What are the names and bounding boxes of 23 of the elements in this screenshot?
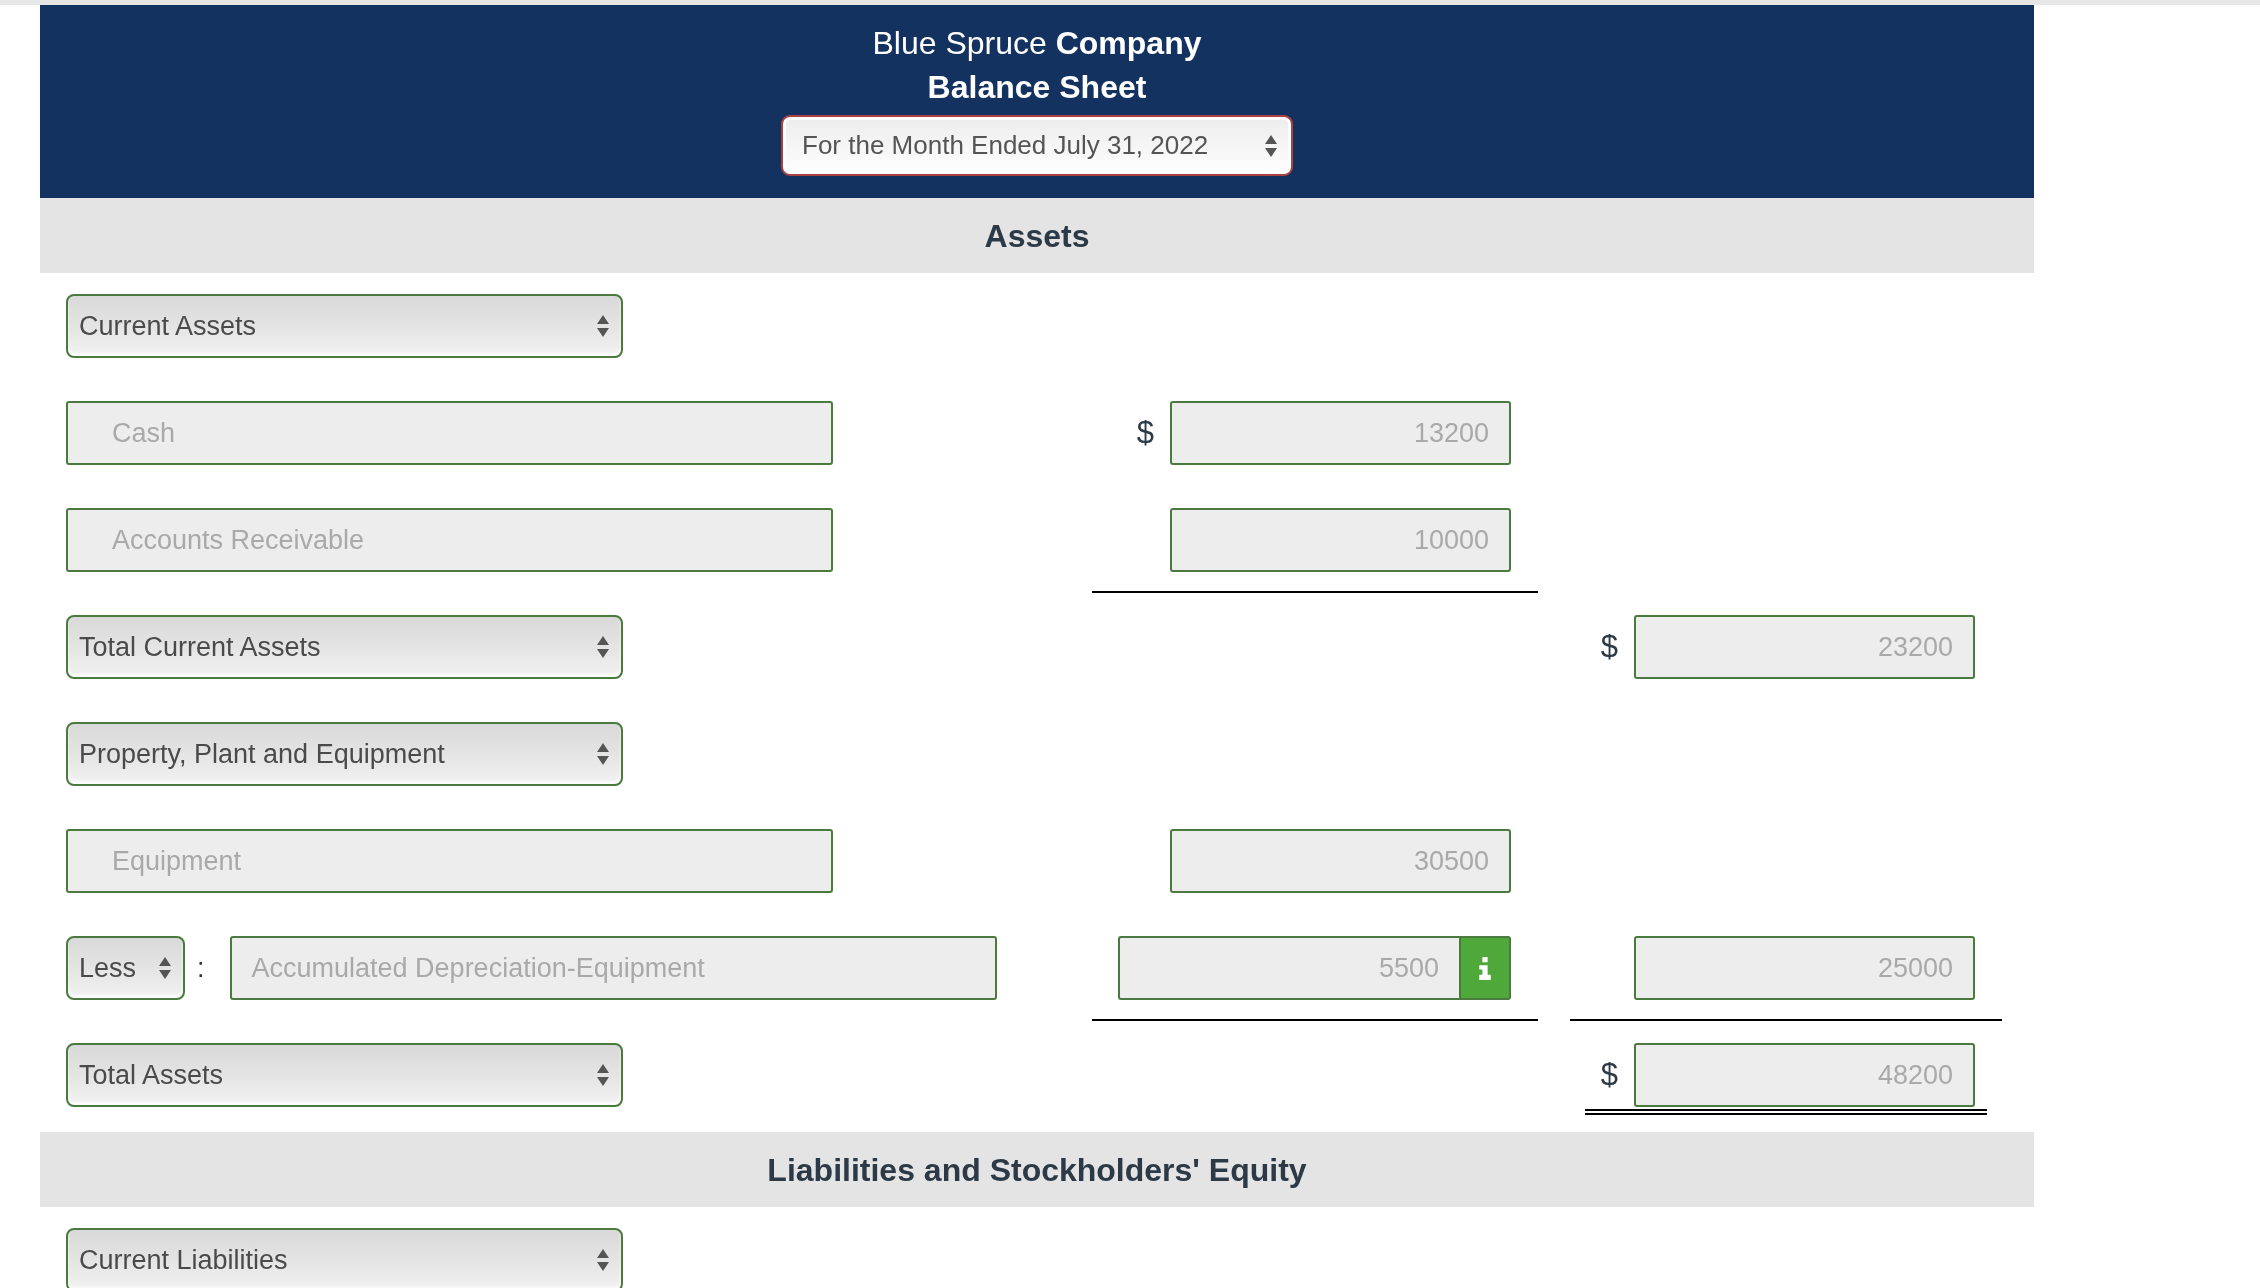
- dollar-sign: $: [1600, 1055, 1618, 1094]
- select-arrows-icon: [597, 1064, 609, 1086]
- dollar-sign: $: [1600, 627, 1618, 666]
- category-select[interactable]: Current Liabilities: [66, 1228, 623, 1288]
- section-heading: Assets: [40, 198, 2034, 273]
- info-icon: [1479, 956, 1491, 980]
- select-arrows-icon: [1265, 134, 1277, 157]
- select-arrows-icon: [597, 1249, 609, 1271]
- company-name: Blue Spruce Company: [872, 24, 1202, 63]
- period-dropdown[interactable]: For the Month Ended July 31, 2022: [781, 115, 1293, 176]
- category-select[interactable]: Property, Plant and Equipment: [66, 722, 623, 786]
- category-select[interactable]: Total Assets: [66, 1043, 623, 1107]
- section-heading: Liabilities and Stockholders' Equity: [40, 1132, 2034, 1207]
- select-arrows-icon: [597, 636, 609, 658]
- select-arrows-icon: [597, 315, 609, 337]
- select-arrows-icon: [159, 957, 171, 979]
- dollar-sign: $: [1136, 413, 1154, 452]
- category-select[interactable]: Total Current Assets: [66, 615, 623, 679]
- operator-select[interactable]: Less: [66, 936, 185, 1000]
- select-arrows-icon: [597, 743, 609, 765]
- category-select[interactable]: Current Assets: [66, 294, 623, 358]
- separator-colon: :: [197, 951, 205, 985]
- report-title: Balance Sheet: [927, 68, 1147, 107]
